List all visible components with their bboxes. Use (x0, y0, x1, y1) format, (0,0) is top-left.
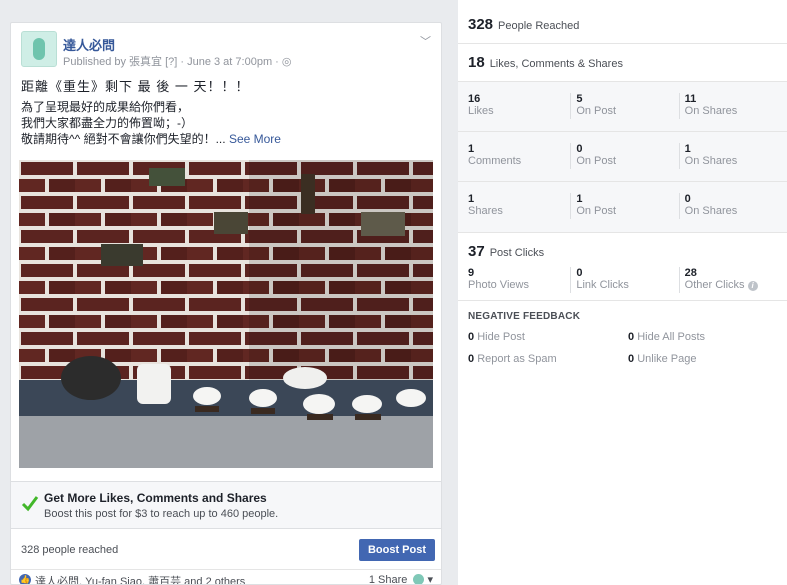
engagement-label: Likes, Comments & Shares (489, 58, 623, 70)
hide-all-posts-label: Hide All Posts (637, 331, 706, 343)
hide-all-posts-stat: 0 Hide All Posts (628, 331, 778, 343)
boost-promo: Get More Likes, Comments and Shares Boos… (11, 481, 441, 529)
comments-total: 1 (468, 143, 475, 155)
clicks-breakdown: 9 Photo Views 0 Link Clicks 28 Other Clicks… (458, 267, 787, 301)
likers-list[interactable]: 達人必問, Yu-fan Siao, 蕭百芸 and 2 others (35, 573, 245, 584)
comments-on-post: 0 (576, 143, 583, 155)
page-avatar[interactable] (21, 31, 57, 67)
post-line-4-text: 敬請期待^^ 絕對不會讓你們失望的！... (21, 132, 226, 146)
page: 達人必問 Published by 張真宜 [?] · June 3 at 7:… (0, 0, 787, 585)
other-clicks-label-wrap: Other Clicks i (685, 279, 787, 292)
post-line-4: 敬請期待^^ 絕對不會讓你們失望的！... See More (21, 131, 431, 147)
post-line-1: 距離《重生》剩下 最 後 一 天！！！ (21, 79, 250, 94)
post-meta: Published by 張真宜 [?] · June 3 at 7:00pm … (63, 53, 292, 69)
likes-total-label: Likes (468, 105, 494, 117)
engagement-grid: 16 Likes 5 On Post 11 On Shares 1 Comments 0… (458, 82, 787, 233)
unlike-page-stat: 0 Unlike Page (628, 353, 778, 365)
negative-feedback-section: NEGATIVE FEEDBACK 0 Hide Post 0 Hide All… (458, 301, 787, 375)
unlike-page-label: Unlike Page (637, 353, 697, 365)
likes-row: 👍 達人必問, Yu-fan Siao, 蕭百芸 and 2 others 1 … (11, 569, 441, 585)
caret-down-icon[interactable]: ▾ (427, 574, 433, 584)
shares-total: 1 (468, 193, 475, 205)
engagement-value: 18 (468, 54, 485, 71)
page-name-link[interactable]: 達人必問 (63, 35, 115, 54)
globe-icon: ◎ (281, 56, 292, 68)
report-spam-stat: 0 Report as Spam (468, 353, 628, 365)
page-avatar-small-icon (413, 574, 425, 584)
comments-on-shares: 1 (684, 143, 691, 155)
other-clicks-label: Other Clicks (684, 279, 745, 291)
reach-value: 328 (468, 16, 494, 33)
reach-row: 328 people reached Boost Post (11, 537, 441, 565)
hide-post-label: Hide Post (477, 331, 525, 343)
comments-on-shares-label: On Shares (684, 155, 738, 167)
comments-on-post-label: On Post (576, 155, 617, 167)
engagement-section: 18 Likes, Comments & Shares (458, 44, 787, 82)
comments-total-label: Comments (468, 155, 522, 167)
likes-on-post-label: On Post (576, 105, 617, 117)
likes-on-shares: 11 (684, 93, 697, 105)
top-strip (0, 0, 460, 10)
post-photo[interactable] (19, 160, 433, 468)
photo-views-value: 9 (468, 267, 475, 279)
post-line-3: 我們大家都盡全力的佈置呦；-） (21, 116, 193, 130)
boost-promo-subtitle: Boost this post for $3 to reach up to 46… (44, 508, 279, 520)
hide-post-stat: 0 Hide Post (468, 331, 628, 343)
reach-section: 328 People Reached (458, 0, 787, 44)
likes-on-post: 5 (576, 93, 583, 105)
clicks-label: Post Clicks (489, 247, 545, 259)
checkmark-icon (21, 496, 39, 512)
other-clicks-value: 28 (684, 267, 697, 279)
post-line-2: 為了呈現最好的成果給你們看， (21, 100, 190, 114)
shares-row-stats: 1 Shares 1 On Post 0 On Shares (458, 182, 787, 232)
reach-label: People Reached (498, 20, 580, 32)
negative-feedback-title: NEGATIVE FEEDBACK (468, 311, 581, 322)
shares-on-shares-label: On Shares (684, 205, 738, 217)
comments-row-stats: 1 Comments 0 On Post 1 On Shares (458, 132, 787, 182)
post-card: 達人必問 Published by 張真宜 [?] · June 3 at 7:… (10, 22, 442, 585)
clicks-value: 37 (468, 243, 485, 260)
shares-on-post-label: On Post (576, 205, 617, 217)
shares-count[interactable]: 1 Share ▾ (368, 573, 433, 585)
link-clicks-label: Link Clicks (576, 279, 629, 291)
info-icon[interactable]: i (747, 281, 758, 291)
unlike-page-value: 0 (628, 353, 635, 365)
hide-post-value: 0 (468, 331, 475, 343)
insights-panel: 328 People Reached 18 Likes, Comments & Sh… (458, 0, 787, 585)
avatar-logo (33, 38, 45, 60)
post-meta-text: Published by 張真宜 [?] · June 3 at 7:00pm … (63, 56, 282, 68)
shares-on-post: 1 (576, 193, 583, 205)
like-icon: 👍 (19, 574, 31, 584)
likes-on-shares-label: On Shares (684, 105, 738, 117)
shares-label: 1 Share (368, 574, 408, 585)
shares-total-label: Shares (468, 205, 503, 217)
negative-feedback-grid: 0 Hide Post 0 Hide All Posts 0 Report as… (468, 331, 777, 365)
clicks-section: 37 Post Clicks (458, 233, 787, 267)
boost-promo-title: Get More Likes, Comments and Shares (44, 491, 267, 505)
report-spam-value: 0 (468, 353, 475, 365)
link-clicks-value: 0 (576, 267, 583, 279)
likes-total: 16 (468, 93, 481, 105)
boost-post-button[interactable]: Boost Post (358, 539, 435, 561)
people-reached-link[interactable]: 328 people reached (21, 544, 118, 556)
hide-all-posts-value: 0 (628, 331, 635, 343)
likes-row-stats: 16 Likes 5 On Post 11 On Shares (458, 82, 787, 132)
chevron-down-icon[interactable]: ﹀ (420, 33, 431, 49)
photo-views-label: Photo Views (468, 279, 529, 291)
photo-illustration (19, 160, 433, 468)
report-spam-label: Report as Spam (477, 353, 557, 365)
see-more-link[interactable]: See More (229, 132, 281, 146)
post-header: 達人必問 Published by 張真宜 [?] · June 3 at 7:… (11, 23, 441, 75)
shares-on-shares: 0 (684, 193, 691, 205)
post-text: 距離《重生》剩下 最 後 一 天！！！ 為了呈現最好的成果給你們看， 我們大家都… (11, 75, 441, 147)
